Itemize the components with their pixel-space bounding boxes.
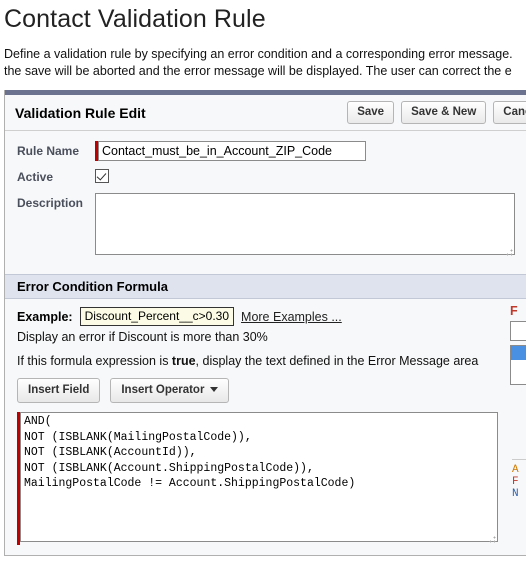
insert-field-button[interactable]: Insert Field bbox=[17, 378, 101, 403]
error-condition-formula-header: Error Condition Formula bbox=[5, 274, 526, 299]
rule-name-control bbox=[95, 141, 366, 161]
active-row: Active bbox=[5, 167, 526, 187]
insert-field-label: Insert Field bbox=[28, 384, 90, 396]
active-control bbox=[95, 167, 109, 183]
example-value: Discount_Percent__c>0.30 bbox=[79, 307, 235, 326]
side-panel-label: F bbox=[510, 304, 518, 318]
side-panel-fields: F bbox=[510, 304, 526, 385]
insert-buttons-row: Insert Field Insert Operator bbox=[17, 378, 526, 403]
page-intro: Define a validation rule by specifying a… bbox=[4, 46, 526, 80]
chevron-down-icon bbox=[210, 387, 219, 393]
description-textarea[interactable] bbox=[95, 193, 515, 255]
rule-name-label: Rule Name bbox=[17, 144, 80, 158]
example-description: Display an error if Discount is more tha… bbox=[17, 330, 268, 344]
page-intro-line-2: the save will be aborted and the error m… bbox=[4, 64, 512, 78]
validation-rule-edit-panel: Validation Rule Edit Save Save & New Can… bbox=[4, 90, 526, 556]
description-row: Description bbox=[5, 193, 526, 258]
description-textarea-wrapper bbox=[95, 193, 515, 258]
formula-editor-row bbox=[17, 412, 526, 545]
insert-operator-label: Insert Operator bbox=[121, 384, 205, 396]
formula-note: If this formula expression is true, disp… bbox=[17, 354, 526, 368]
insert-operator-button[interactable]: Insert Operator bbox=[110, 378, 230, 403]
side-panel-row-c[interactable]: N bbox=[512, 488, 526, 500]
formula-body: Example: Discount_Percent__c>0.30 More E… bbox=[5, 299, 526, 555]
formula-textarea[interactable] bbox=[20, 412, 498, 542]
side-panel-list[interactable] bbox=[510, 345, 526, 385]
panel-title: Validation Rule Edit bbox=[15, 104, 146, 121]
description-control bbox=[95, 193, 515, 258]
formula-note-suffix: , display the text defined in the Error … bbox=[195, 354, 479, 368]
side-panel-row-a[interactable]: A bbox=[512, 464, 526, 476]
more-examples-link[interactable]: More Examples ... bbox=[241, 310, 342, 324]
formula-textarea-wrapper bbox=[20, 412, 498, 545]
description-label: Description bbox=[17, 196, 84, 210]
formula-note-bold: true bbox=[171, 354, 196, 368]
page-title: Contact Validation Rule bbox=[4, 5, 266, 33]
side-panel-row-b[interactable]: F bbox=[512, 476, 526, 488]
save-and-new-button[interactable]: Save & New bbox=[401, 101, 487, 124]
example-line: Example: Discount_Percent__c>0.30 More E… bbox=[17, 307, 526, 326]
panel-header: Validation Rule Edit Save Save & New Can… bbox=[5, 95, 526, 131]
side-panel-list-selected-item[interactable] bbox=[511, 346, 526, 360]
rule-name-row: Rule Name bbox=[5, 141, 526, 161]
side-panel-functions: A F N bbox=[512, 459, 526, 500]
save-button[interactable]: Save bbox=[347, 101, 395, 124]
active-label: Active bbox=[17, 170, 54, 184]
page-intro-line-1: Define a validation rule by specifying a… bbox=[4, 47, 513, 61]
side-panel-search-input[interactable] bbox=[510, 321, 526, 341]
active-checkbox[interactable] bbox=[95, 169, 109, 183]
cancel-button[interactable]: Cancel bbox=[493, 101, 526, 124]
example-label: Example: bbox=[17, 309, 73, 324]
panel-action-buttons: Save Save & New Cancel bbox=[347, 101, 526, 124]
formula-note-prefix: If this formula expression is bbox=[17, 354, 172, 368]
form-body: Rule Name Active Description bbox=[5, 131, 526, 274]
side-panel-divider bbox=[512, 459, 526, 460]
rule-name-input[interactable] bbox=[98, 141, 366, 161]
